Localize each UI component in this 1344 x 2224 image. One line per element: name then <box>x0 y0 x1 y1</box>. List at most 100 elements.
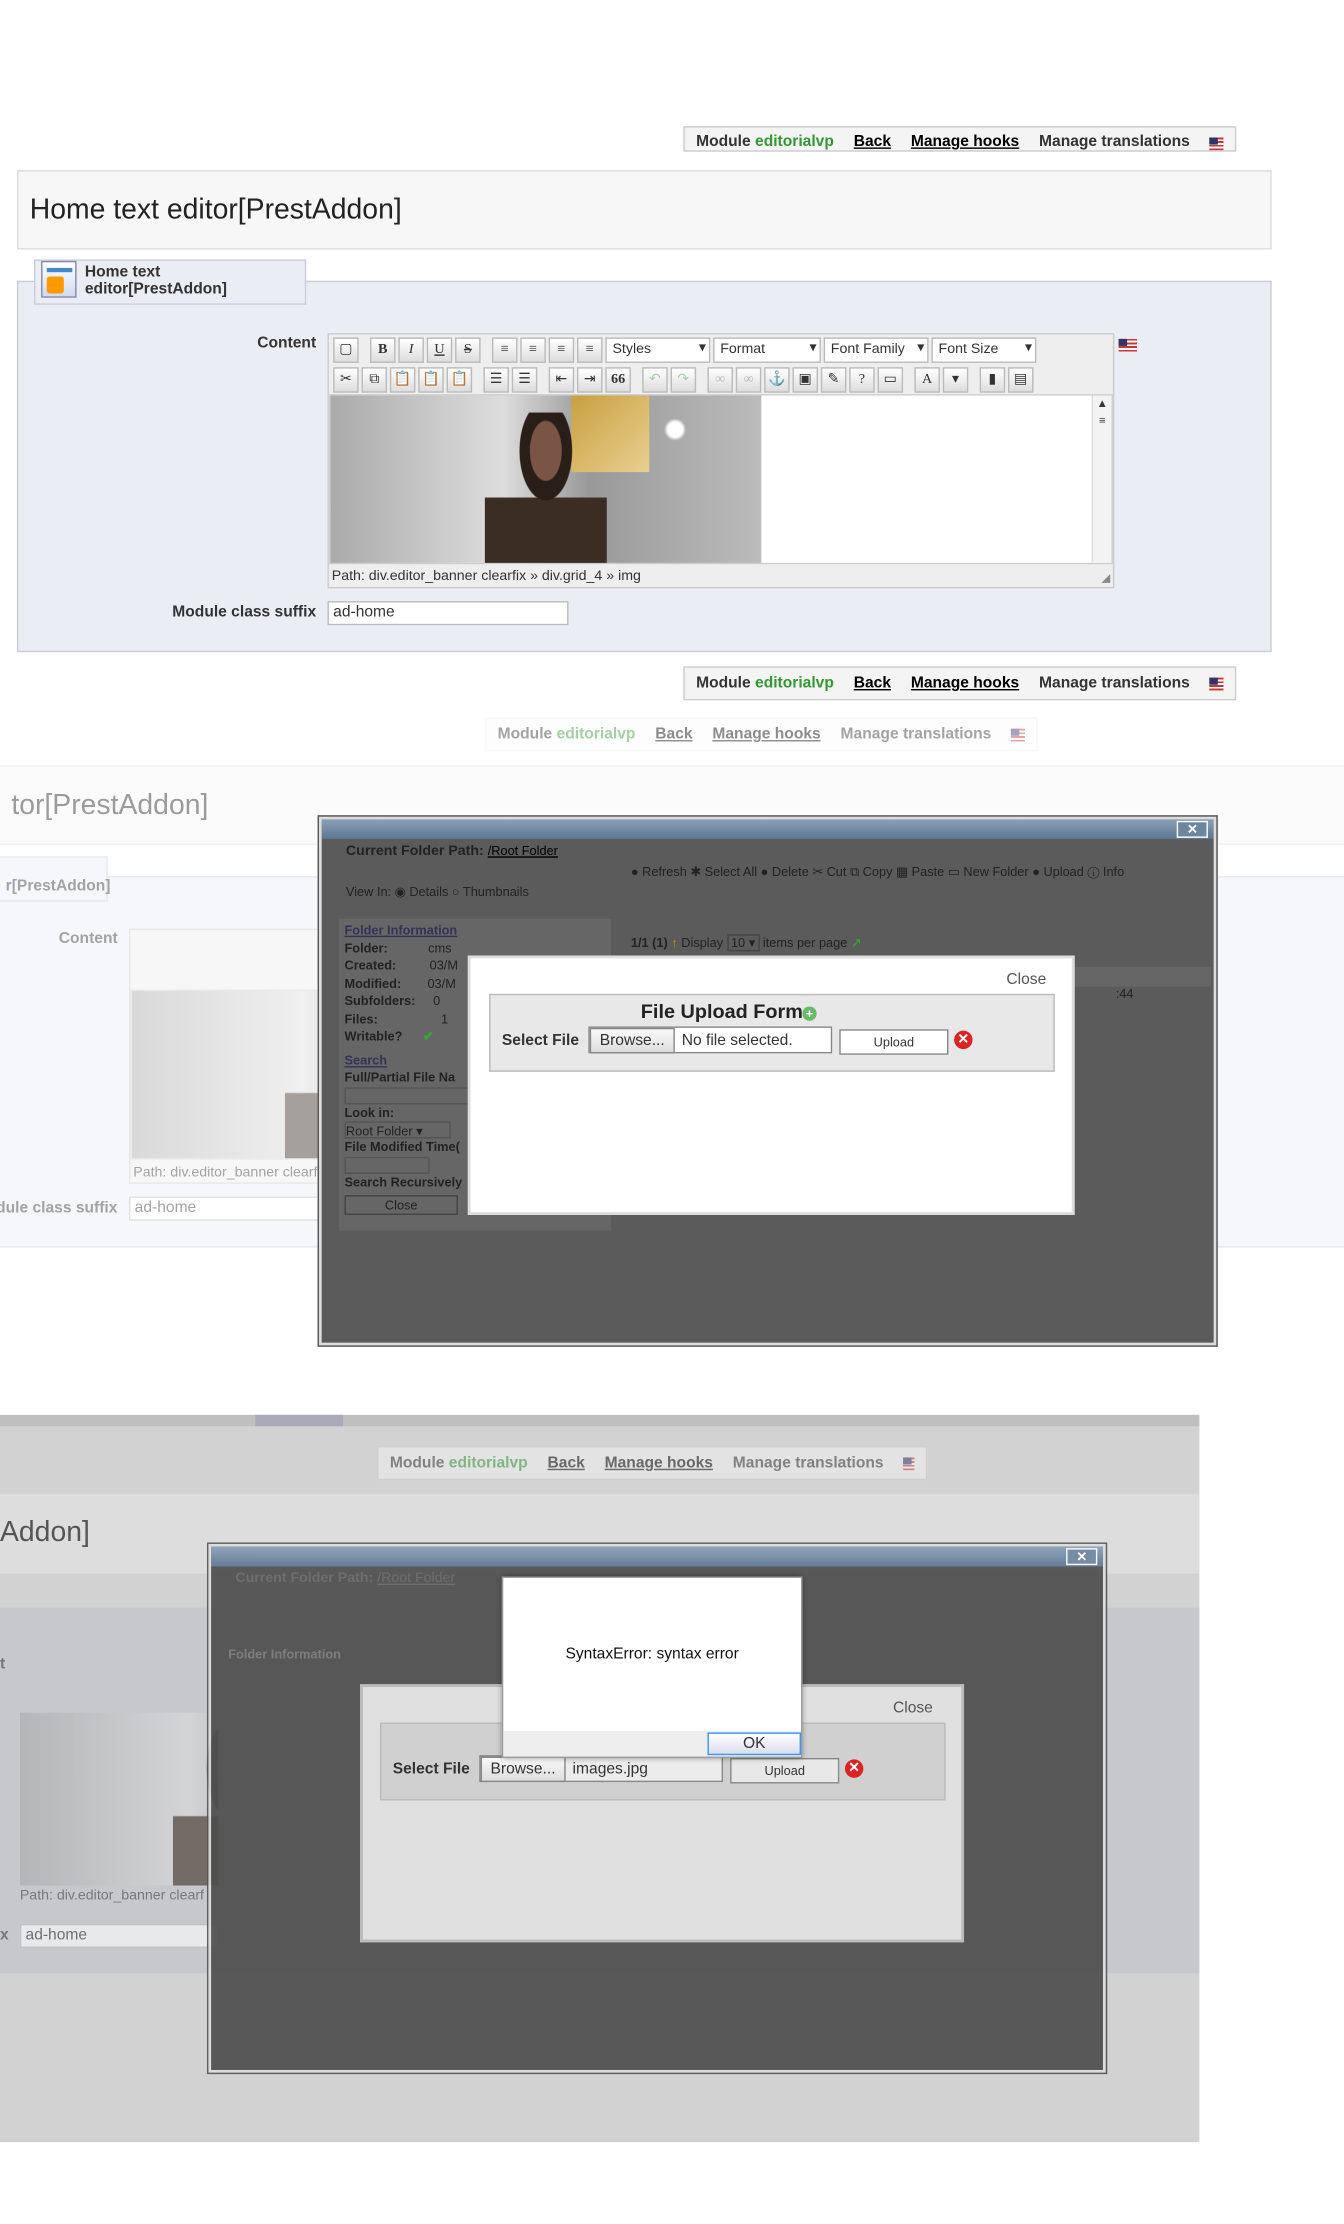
back-link[interactable]: Back <box>548 1455 585 1472</box>
per-page-value: 10 <box>730 935 746 950</box>
redo-icon[interactable]: ↷ <box>670 366 697 392</box>
root-folder-link[interactable]: /Root Folder <box>377 1571 455 1587</box>
manage-hooks-link[interactable]: Manage hooks <box>911 675 1019 692</box>
format-select[interactable]: Format <box>713 336 821 363</box>
paste-button[interactable]: Paste <box>912 865 945 879</box>
help-icon[interactable]: ? <box>849 366 875 392</box>
back-link[interactable]: Back <box>854 133 891 150</box>
remove-file-icon[interactable]: ✕ <box>954 1030 973 1050</box>
cut-icon[interactable]: ✂ <box>333 366 359 392</box>
class-suffix-input[interactable]: ad-home <box>327 601 569 626</box>
cut-button[interactable]: Cut <box>827 865 847 879</box>
resize-handle-icon[interactable]: ◢ <box>1101 571 1110 584</box>
numbered-list-icon[interactable]: ☰ <box>511 366 538 392</box>
file-manager-actions: ● Refresh ✱ Select All ● Delete ✂ Cut ⧉ … <box>630 864 1125 879</box>
next-page-icon[interactable]: ↗ <box>851 936 862 950</box>
align-left-icon[interactable]: ≡ <box>491 336 518 363</box>
back-link[interactable]: Back <box>655 726 692 743</box>
editor-scrollbar[interactable]: ▲ ≡ <box>1091 395 1112 563</box>
file-input[interactable]: Browse... No file selected. <box>588 1026 833 1054</box>
styles-select[interactable]: Styles <box>605 336 711 363</box>
browse-button[interactable]: Browse... <box>589 1027 675 1053</box>
select-all-button[interactable]: Select All <box>705 865 757 879</box>
back-link[interactable]: Back <box>854 675 891 692</box>
details-radio[interactable]: Details <box>409 885 448 899</box>
manage-translations-link[interactable]: Manage translations <box>733 1455 884 1472</box>
new-document-icon[interactable]: ▢ <box>333 336 359 363</box>
upload-submit-button[interactable]: Upload <box>730 1757 840 1784</box>
us-flag-icon[interactable] <box>1209 676 1224 690</box>
editor-content-area[interactable]: ▲ ≡ <box>328 394 1113 565</box>
outdent-icon[interactable]: ⇤ <box>548 366 575 392</box>
code-icon[interactable]: ▭ <box>877 366 904 392</box>
font-family-select[interactable]: Font Family <box>823 336 929 363</box>
strikethrough-button[interactable]: S <box>455 336 481 363</box>
align-justify-icon[interactable]: ≡ <box>577 336 603 363</box>
upload-button[interactable]: Upload <box>1043 865 1083 879</box>
link-icon[interactable]: ∞ <box>707 366 733 392</box>
us-flag-icon[interactable] <box>1011 727 1026 741</box>
undo-icon[interactable]: ↶ <box>642 366 668 392</box>
alert-ok-button[interactable]: OK <box>707 1732 802 1756</box>
anchor-icon[interactable]: ⚓ <box>764 366 790 392</box>
image-icon[interactable]: ▣ <box>792 366 819 392</box>
content-label: Content <box>257 334 317 352</box>
add-icon[interactable]: + <box>802 1006 817 1021</box>
per-page-select[interactable]: 10 ▾ <box>726 934 760 952</box>
window-close-icon[interactable]: ✕ <box>1176 820 1208 838</box>
align-center-icon[interactable]: ≡ <box>520 336 546 363</box>
files-value: 1 <box>440 1011 449 1026</box>
manage-translations-link[interactable]: Manage translations <box>1039 675 1190 692</box>
search-close-button[interactable]: Close <box>344 1195 458 1215</box>
info-button[interactable]: Info <box>1103 865 1124 879</box>
manage-hooks-link[interactable]: Manage hooks <box>605 1455 713 1472</box>
paste-word-icon[interactable]: 📋 <box>446 366 473 392</box>
blockquote-icon[interactable]: 66 <box>605 366 631 392</box>
copy-icon[interactable]: ⧉ <box>361 366 388 392</box>
class-suffix-input-faded[interactable]: ad-home <box>129 1196 328 1221</box>
window-close-icon[interactable]: ✕ <box>1066 1548 1098 1566</box>
manage-hooks-link[interactable]: Manage hooks <box>712 726 820 743</box>
upload-dialog-close-link[interactable]: Close <box>893 1700 933 1717</box>
paste-text-icon[interactable]: 📋 <box>418 366 444 392</box>
upload-dialog-close-link[interactable]: Close <box>1006 971 1046 988</box>
file-input-2[interactable]: Browse... images.jpg <box>479 1755 724 1783</box>
refresh-button[interactable]: Refresh <box>642 865 687 879</box>
italic-button[interactable]: I <box>398 336 424 363</box>
media-icon[interactable]: ▮ <box>979 366 1006 392</box>
modified-time-input[interactable] <box>344 1156 430 1174</box>
language-flag-icon[interactable] <box>1118 338 1138 352</box>
bullet-list-icon[interactable]: ☰ <box>483 366 509 392</box>
text-color-icon[interactable]: A <box>914 366 940 392</box>
underline-button[interactable]: U <box>426 336 453 363</box>
root-folder-link[interactable]: /Root Folder <box>488 844 558 858</box>
copy-button[interactable]: Copy <box>863 865 893 879</box>
background-color-icon[interactable]: ▾ <box>942 366 969 392</box>
cleanup-icon[interactable]: ✎ <box>820 366 847 392</box>
manage-translations-link[interactable]: Manage translations <box>841 726 992 743</box>
delete-button[interactable]: Delete <box>772 865 809 879</box>
upload-form-title: File Upload Form + <box>641 999 817 1022</box>
manage-hooks-link[interactable]: Manage hooks <box>911 133 1019 150</box>
align-right-icon[interactable]: ≡ <box>548 336 575 363</box>
class-suffix-input-faded-2[interactable]: ad-home <box>19 1923 219 1948</box>
new-folder-button[interactable]: New Folder <box>963 865 1028 879</box>
prev-page-icon[interactable]: ↑ <box>671 936 677 950</box>
paste-icon[interactable]: 📋 <box>389 366 416 392</box>
remove-file-icon[interactable]: ✕ <box>844 1759 864 1778</box>
editor-content-faded[interactable] <box>130 989 327 1160</box>
look-in-select[interactable]: Root Folder ▾ <box>344 1121 451 1139</box>
thumbnails-radio[interactable]: Thumbnails <box>463 885 529 899</box>
unlink-icon[interactable]: ∞ <box>735 366 762 392</box>
fullscreen-icon[interactable]: ▤ <box>1007 366 1034 392</box>
filename-search-input[interactable] <box>344 1086 473 1104</box>
us-flag-icon[interactable] <box>903 1456 915 1470</box>
bold-button[interactable]: B <box>370 336 396 363</box>
font-size-select[interactable]: Font Size <box>931 336 1037 363</box>
browse-button[interactable]: Browse... <box>480 1755 566 1782</box>
manage-translations-link[interactable]: Manage translations <box>1039 133 1190 150</box>
upload-submit-button[interactable]: Upload <box>839 1029 949 1055</box>
us-flag-icon[interactable] <box>1209 137 1224 151</box>
select-file-label: Select File <box>392 1760 470 1778</box>
indent-icon[interactable]: ⇥ <box>577 366 603 392</box>
